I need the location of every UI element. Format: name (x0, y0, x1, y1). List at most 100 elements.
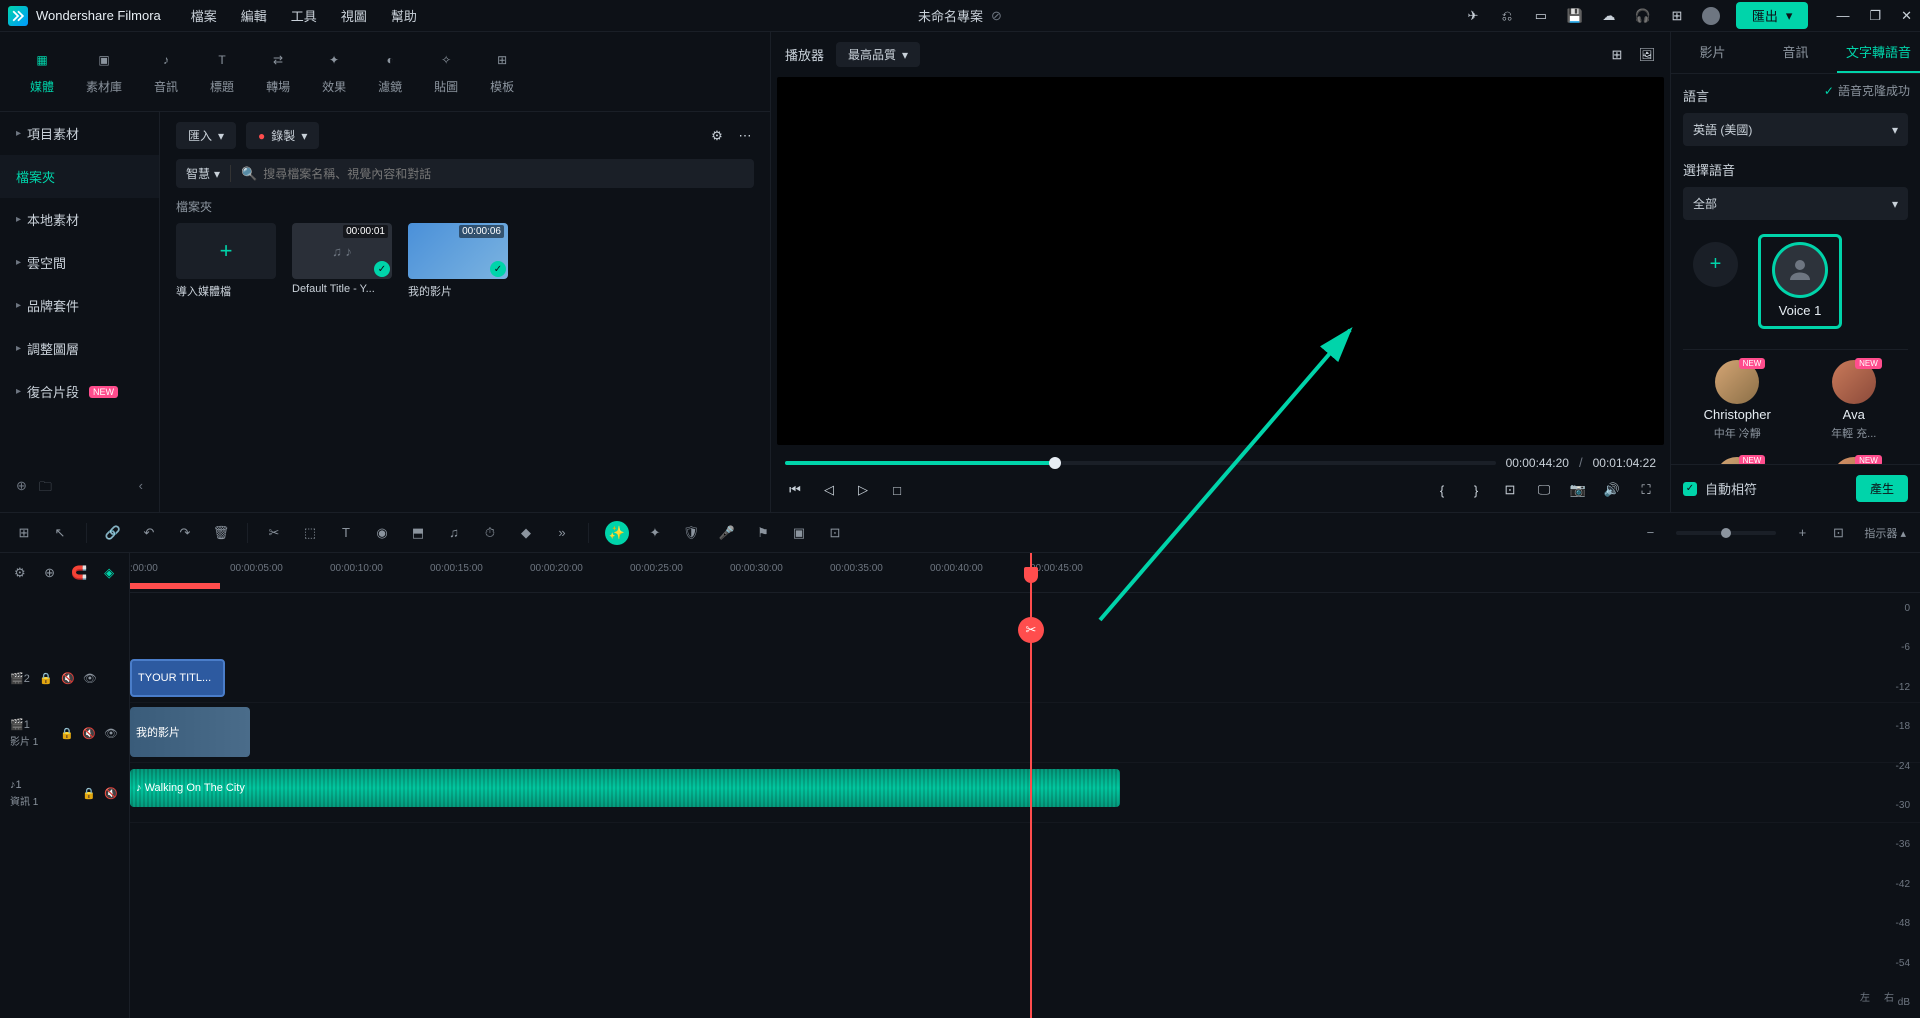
sidebar-item-adjust[interactable]: ▸調整圖層 (0, 327, 159, 370)
cursor-icon[interactable]: ↖ (50, 523, 70, 543)
save-icon[interactable]: 💾 (1566, 7, 1584, 25)
new-folder-icon[interactable]: ⊕ (16, 478, 27, 500)
tab-audio-props[interactable]: 音訊 (1754, 32, 1837, 73)
cut-icon[interactable]: ✂ (264, 523, 284, 543)
zoom-in-icon[interactable]: + (1792, 523, 1812, 543)
undo-icon[interactable]: ↶ (139, 523, 159, 543)
mix-icon[interactable]: ⊡ (825, 523, 845, 543)
track-head-audio[interactable]: ♪1資訊 1 🔒🔇 (0, 763, 129, 823)
send-icon[interactable]: ✈ (1464, 7, 1482, 25)
avatar-icon[interactable] (1702, 7, 1720, 25)
link-icon[interactable]: 🔗 (103, 523, 123, 543)
zoom-out-icon[interactable]: − (1640, 523, 1660, 543)
tab-templates[interactable]: ⊞模板 (490, 48, 514, 95)
collapse-icon[interactable]: ‹ (139, 478, 143, 500)
crop-icon[interactable]: ⬒ (408, 523, 428, 543)
import-media-tile[interactable]: + 導入媒體檔 (176, 223, 276, 299)
meter-label[interactable]: 指示器 ▴ (1864, 525, 1906, 541)
cloud-icon[interactable]: ☁ (1600, 7, 1618, 25)
image-icon[interactable]: 🖼 (1638, 46, 1656, 64)
minimize-button[interactable]: — (1836, 8, 1849, 24)
menu-help[interactable]: 幫助 (391, 6, 417, 25)
media-tile-video[interactable]: 00:00:06✓ 我的影片 (408, 223, 508, 299)
language-dropdown[interactable]: 英語 (美國)▾ (1683, 113, 1908, 146)
menu-file[interactable]: 檔案 (191, 6, 217, 25)
tab-effects[interactable]: ✦效果 (322, 48, 346, 95)
ratio-icon[interactable]: ⊡ (1500, 480, 1520, 500)
volume-icon[interactable]: 🔊 (1602, 480, 1622, 500)
mute-icon[interactable]: 🔇 (81, 725, 97, 741)
play-icon[interactable]: ▷ (853, 480, 873, 500)
add-voice-button[interactable]: + (1693, 242, 1738, 287)
ai-icon[interactable]: ✨ (605, 521, 629, 545)
sidebar-item-project[interactable]: ▸項目素材 (0, 112, 159, 155)
voice-andrew[interactable]: NEWAndrew年輕 對話的 (1683, 457, 1792, 464)
folder-icon[interactable]: 🗀 (39, 478, 52, 500)
marker-icon[interactable]: ⚑ (753, 523, 773, 543)
shield-icon[interactable]: 🛡 (681, 523, 701, 543)
audio-tool-icon[interactable]: ♫ (444, 523, 464, 543)
media-tile-title[interactable]: 00:00:01♫ ♪✓ Default Title - Y... (292, 223, 392, 299)
timeline-tracks[interactable]: :00:00 00:00:05:00 00:00:10:00 00:00:15:… (130, 553, 1920, 1018)
video-track-lane[interactable]: 我的影片 (130, 703, 1920, 763)
text-icon[interactable]: T (336, 523, 356, 543)
headphones-icon[interactable]: 🎧 (1634, 7, 1652, 25)
tab-tts[interactable]: 文字轉語音 (1837, 32, 1920, 73)
quality-dropdown[interactable]: 最高品質▾ (836, 42, 920, 67)
sidebar-item-local[interactable]: ▸本地素材 (0, 198, 159, 241)
import-dropdown[interactable]: 匯入▾ (176, 122, 236, 149)
tab-audio[interactable]: ♪音訊 (154, 48, 178, 95)
tab-transitions[interactable]: ⇄轉場 (266, 48, 290, 95)
video-clip[interactable]: 我的影片 (130, 707, 250, 757)
generate-button[interactable]: 產生 (1856, 475, 1908, 502)
tab-video-props[interactable]: 影片 (1671, 32, 1754, 73)
delete-icon[interactable]: 🗑 (211, 523, 231, 543)
video-preview[interactable] (777, 77, 1664, 445)
keyframe-icon[interactable]: ◆ (516, 523, 536, 543)
grid-icon[interactable]: ⊞ (1608, 46, 1626, 64)
maximize-button[interactable]: ❐ (1869, 8, 1881, 24)
playhead[interactable]: ✂ (1030, 553, 1032, 1018)
mic-icon[interactable]: 🎤 (717, 523, 737, 543)
audio-track-lane[interactable]: ♪ Walking On The City (130, 763, 1920, 823)
sidebar-item-folder[interactable]: 檔案夾 (0, 155, 159, 198)
snapshot-icon[interactable]: 📷 (1568, 480, 1588, 500)
auto-match-checkbox[interactable]: ✓ (1683, 482, 1697, 496)
tl-settings-icon[interactable]: ⚙ (10, 563, 30, 583)
close-button[interactable]: ✕ (1901, 8, 1912, 24)
progress-bar[interactable]: 00:00:44:20 / 00:01:04:22 (777, 451, 1664, 474)
enhance-icon[interactable]: ✦ (645, 523, 665, 543)
voice-ava[interactable]: NEWAva年輕 充... (1800, 360, 1909, 441)
tl-magnet-icon[interactable]: 🧲 (70, 563, 90, 583)
mute-icon[interactable]: 🔇 (103, 785, 119, 801)
color-icon[interactable]: ◉ (372, 523, 392, 543)
voice-emma[interactable]: NEWEmma中年 正式 (1800, 457, 1909, 464)
sidebar-item-cloud[interactable]: ▸雲空間 (0, 241, 159, 284)
title-track-lane[interactable]: T YOUR TITL... (130, 653, 1920, 703)
tab-titles[interactable]: T標題 (210, 48, 234, 95)
speed-icon[interactable]: ⏱ (480, 523, 500, 543)
tl-add-icon[interactable]: ⊕ (40, 563, 60, 583)
zoom-fit-icon[interactable]: ⊡ (1828, 523, 1848, 543)
lock-icon[interactable]: 🔒 (59, 725, 75, 741)
tab-filters[interactable]: ◐濾鏡 (378, 48, 402, 95)
tl-marker-icon[interactable]: ◈ (99, 563, 119, 583)
overlay-icon[interactable]: ▣ (789, 523, 809, 543)
title-clip[interactable]: T YOUR TITL... (130, 659, 225, 697)
record-dropdown[interactable]: ●錄製▾ (246, 122, 319, 149)
smart-dropdown[interactable]: 智慧▾ (186, 165, 231, 182)
lock-icon[interactable]: 🔒 (38, 670, 54, 686)
custom-voice-selected[interactable]: Voice 1 (1758, 234, 1842, 329)
menu-edit[interactable]: 編輯 (241, 6, 267, 25)
redo-icon[interactable]: ↷ (175, 523, 195, 543)
stop-icon[interactable]: □ (887, 480, 907, 500)
zoom-slider[interactable] (1676, 531, 1776, 535)
bracket-out-icon[interactable]: } (1466, 480, 1486, 500)
progress-thumb[interactable] (1049, 457, 1061, 469)
lock-icon[interactable]: 🔒 (81, 785, 97, 801)
sidebar-item-brand[interactable]: ▸品牌套件 (0, 284, 159, 327)
monitor-icon[interactable]: ▭ (1532, 7, 1550, 25)
voice-filter-dropdown[interactable]: 全部▾ (1683, 187, 1908, 220)
menu-tools[interactable]: 工具 (291, 6, 317, 25)
crop-tool-icon[interactable]: ⬚ (300, 523, 320, 543)
